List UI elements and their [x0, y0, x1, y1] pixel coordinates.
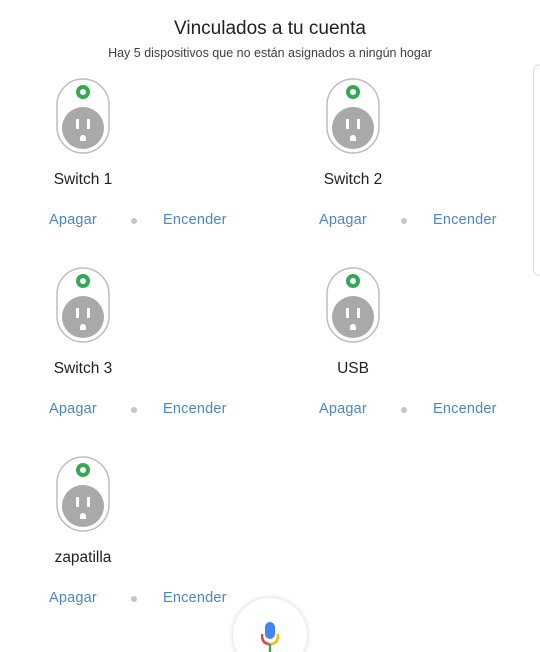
device-name: Switch 3	[53, 360, 113, 377]
separator-dot	[131, 407, 137, 413]
device-name: Switch 1	[53, 171, 113, 188]
smart-plug-icon	[56, 267, 110, 343]
linked-devices-screen: Vinculados a tu cuenta Hay 5 dispositivo…	[0, 0, 540, 652]
turn-off-button[interactable]: Apagar	[319, 401, 367, 417]
separator-dot	[131, 596, 137, 602]
smart-plug-icon	[56, 456, 110, 532]
turn-off-button[interactable]: Apagar	[319, 212, 367, 228]
microphone-icon	[261, 622, 279, 652]
page-title: Vinculados a tu cuenta	[174, 18, 366, 39]
smart-plug-icon	[326, 78, 380, 154]
device-name: Switch 2	[323, 171, 383, 188]
device-card-switch-3: Switch 3 Apagar Encender	[0, 267, 270, 452]
smart-plug-icon	[56, 78, 110, 154]
turn-off-button[interactable]: Apagar	[49, 401, 97, 417]
turn-on-button[interactable]: Encender	[163, 401, 227, 417]
turn-on-button[interactable]: Encender	[433, 212, 497, 228]
turn-on-button[interactable]: Encender	[433, 401, 497, 417]
separator-dot	[401, 407, 407, 413]
device-card-switch-2: Switch 2 Apagar Encender	[270, 78, 540, 263]
turn-off-button[interactable]: Apagar	[49, 212, 97, 228]
device-card-zapatilla: zapatilla Apagar Encender	[0, 456, 270, 641]
turn-off-button[interactable]: Apagar	[49, 590, 97, 606]
device-name: zapatilla	[54, 549, 112, 566]
device-name: USB	[337, 360, 369, 377]
turn-on-button[interactable]: Encender	[163, 212, 227, 228]
device-card-switch-1: Switch 1 Apagar Encender	[0, 78, 270, 263]
turn-on-button[interactable]: Encender	[163, 590, 227, 606]
separator-dot	[401, 218, 407, 224]
separator-dot	[131, 218, 137, 224]
smart-plug-icon	[326, 267, 380, 343]
device-card-usb: USB Apagar Encender	[270, 267, 540, 452]
page-subtitle: Hay 5 dispositivos que no están asignado…	[108, 46, 432, 60]
